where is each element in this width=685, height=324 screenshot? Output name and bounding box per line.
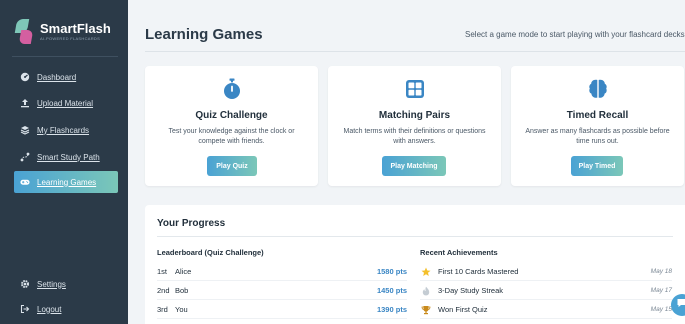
progress-title: Your Progress <box>157 218 226 229</box>
star-icon <box>420 267 432 277</box>
progress-panel: Your Progress Leaderboard (Quiz Challeng… <box>145 205 685 324</box>
sidebar-item-logout[interactable]: Logout <box>14 298 118 320</box>
progress-divider <box>157 236 673 237</box>
sidebar-item-my-flashcards[interactable]: My Flashcards <box>14 119 118 141</box>
achievement-row: First 10 Cards Mastered May 18 <box>420 263 672 281</box>
stopwatch-icon <box>222 78 242 100</box>
chat-icon <box>676 296 685 314</box>
achievement-name: First 10 Cards Mastered <box>438 267 519 276</box>
play-timed-button[interactable]: Play Timed <box>571 156 623 176</box>
achievement-row: Won First Quiz May 15 <box>420 301 672 319</box>
leaderboard-rank: 3rd <box>157 305 168 314</box>
sidebar-item-upload-material[interactable]: Upload Material <box>14 92 118 114</box>
sidebar-item-label: Learning Games <box>37 177 97 187</box>
leaderboard-points: 1390 pts <box>376 305 407 314</box>
sidebar-item-label: Settings <box>37 279 66 289</box>
brain-icon <box>588 78 608 100</box>
leaderboard-rank: 1st <box>157 267 168 276</box>
upload-icon <box>20 98 30 108</box>
achievements-heading: Recent Achievements <box>420 248 498 257</box>
header-divider <box>145 51 685 52</box>
fire-icon <box>420 286 432 296</box>
sidebar-item-label: Dashboard <box>37 72 77 82</box>
leaderboard-row: 2nd Bob 1450 pts <box>157 282 407 300</box>
achievement-date: May 18 <box>650 268 672 275</box>
leaderboard-points: 1450 pts <box>376 286 407 295</box>
game-card-timed-recall: Timed Recall Answer as many flashcards a… <box>511 66 684 186</box>
layers-icon <box>20 125 30 135</box>
game-title: Quiz Challenge <box>195 110 268 121</box>
sidebar: SmartFlash AI-POWERED FLASHCARDS Dashboa… <box>0 0 128 324</box>
leaderboard-row: 1st Alice 1580 pts <box>157 263 407 281</box>
leaderboard-name: You <box>175 305 188 314</box>
game-title: Matching Pairs <box>378 110 451 121</box>
dashboard-gauge-icon <box>20 72 30 82</box>
game-card-quiz-challenge: Quiz Challenge Test your knowledge again… <box>145 66 318 186</box>
game-description: Match terms with their definitions or qu… <box>343 128 486 145</box>
achievement-row: 3-Day Study Streak May 17 <box>420 282 672 300</box>
sidebar-item-label: Logout <box>37 304 62 314</box>
gear-icon <box>20 279 30 289</box>
sidebar-item-label: My Flashcards <box>37 125 90 135</box>
page-title: Learning Games <box>145 26 263 43</box>
leaderboard-points: 1580 pts <box>376 267 407 276</box>
logout-icon <box>20 304 30 314</box>
play-quiz-button[interactable]: Play Quiz <box>207 156 257 176</box>
sidebar-item-settings[interactable]: Settings <box>14 273 118 295</box>
grid-icon <box>405 78 425 100</box>
game-title: Timed Recall <box>566 110 629 121</box>
achievement-name: Won First Quiz <box>438 305 488 314</box>
app-name: SmartFlash <box>40 21 111 36</box>
route-icon <box>20 152 30 162</box>
sidebar-item-label: Upload Material <box>37 98 94 108</box>
leaderboard-name: Bob <box>175 286 189 295</box>
game-description: Answer as many flashcards as possible be… <box>525 128 670 145</box>
leaderboard-row: 3rd You 1390 pts <box>157 301 407 319</box>
logo-mark-icon <box>14 19 34 45</box>
leaderboard-rank: 2nd <box>157 286 170 295</box>
sidebar-item-learning-games[interactable]: Learning Games <box>14 171 118 193</box>
page-subtitle: Select a game mode to start playing with… <box>465 30 685 39</box>
gamepad-icon <box>20 177 30 187</box>
sidebar-item-label: Smart Study Path <box>37 152 100 162</box>
trophy-icon <box>420 305 432 315</box>
achievement-name: 3-Day Study Streak <box>438 286 504 295</box>
game-description: Test your knowledge against the clock or… <box>168 128 295 145</box>
leaderboard-name: Alice <box>175 267 192 276</box>
app-logo[interactable]: SmartFlash AI-POWERED FLASHCARDS <box>14 18 116 46</box>
achievement-date: May 17 <box>650 287 672 294</box>
sidebar-item-smart-study-path[interactable]: Smart Study Path <box>14 146 118 168</box>
logo-divider <box>12 56 118 57</box>
sidebar-item-dashboard[interactable]: Dashboard <box>14 66 118 88</box>
game-card-matching-pairs: Matching Pairs Match terms with their de… <box>328 66 501 186</box>
achievement-date: May 15 <box>650 306 672 313</box>
leaderboard-heading: Leaderboard (Quiz Challenge) <box>157 248 264 257</box>
app-tagline: AI-POWERED FLASHCARDS <box>40 36 101 41</box>
play-matching-button[interactable]: Play Matching <box>382 156 446 176</box>
